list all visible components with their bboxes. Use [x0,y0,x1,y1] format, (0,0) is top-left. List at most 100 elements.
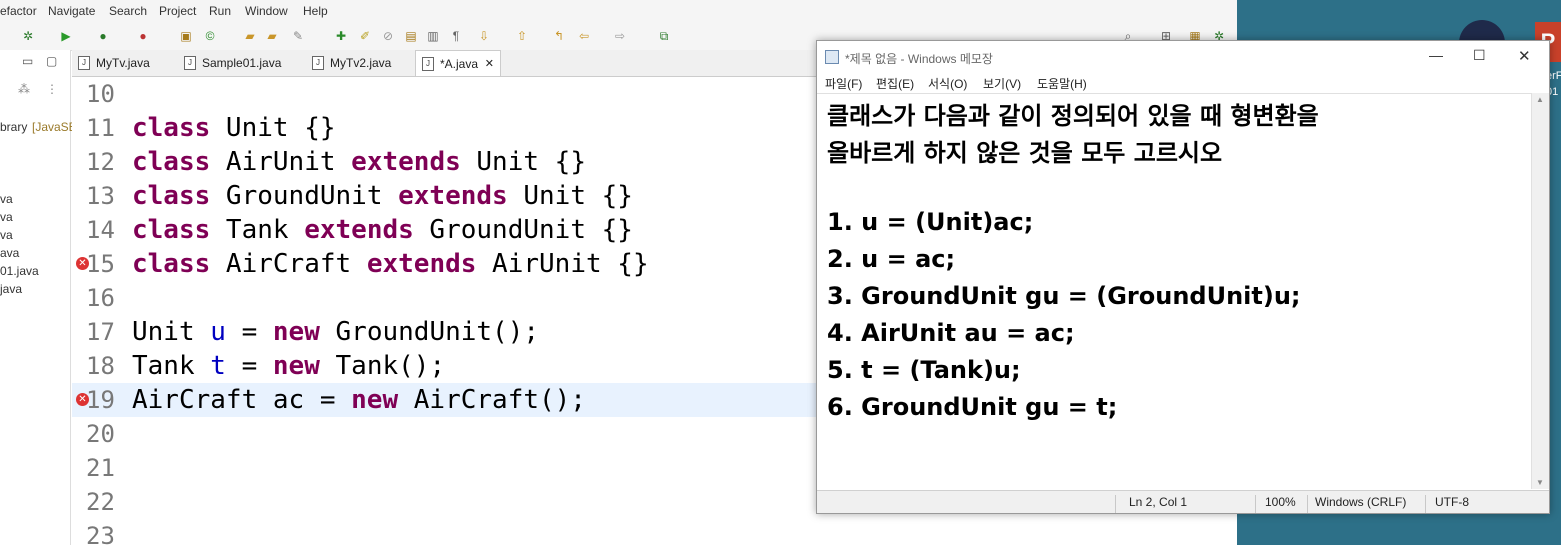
text-line: 1. u = (Unit)ac; [827,208,1034,236]
line-number: 20 [86,420,115,448]
tree-item[interactable]: va [0,228,13,242]
tree-item[interactable]: 01.java [0,264,39,278]
line-ending: Windows (CRLF) [1315,495,1407,509]
scroll-up-icon[interactable]: ▲ [1536,95,1544,104]
java-file-icon: J [78,56,90,70]
external-tools-icon[interactable]: ● [135,28,151,44]
line-number: 19 [86,386,115,414]
prev-annotation-icon[interactable]: ⇧ [514,28,530,44]
notepad-statusbar: Ln 2, Col 1 100% Windows (CRLF) UTF-8 [817,490,1549,513]
tab-a-java[interactable]: J *A.java ✕ [415,50,501,76]
notepad-text-area[interactable]: 클래스가 다음과 같이 정의되어 있을 때 형변환을 올바르게 하지 않은 것을… [817,93,1531,490]
tree-item[interactable]: brary [0,120,27,134]
tab-label: MyTv2.java [330,56,392,70]
line-number: 17 [86,318,115,346]
tree-item[interactable]: java [0,282,22,296]
next-annotation-icon[interactable]: ⇩ [476,28,492,44]
menu-search[interactable]: Search [109,4,147,18]
status-divider [1115,495,1116,513]
annotation-icon[interactable]: ✚ [333,28,349,44]
maximize-window-icon[interactable]: ☐ [1473,47,1486,64]
forward-icon[interactable]: ⇨ [612,28,628,44]
text-line: 4. AirUnit au = ac; [827,319,1075,347]
status-divider [1307,495,1308,513]
line-number: 21 [86,454,115,482]
line-number: 23 [86,522,115,550]
package-explorer: ▭ ▢ ⁂ ⋮ brary [JavaSE va va va ava 01.ja… [0,50,77,545]
java-file-icon: J [184,56,196,70]
tree-item[interactable]: va [0,210,13,224]
zoom-level: 100% [1265,495,1296,509]
minimize-window-icon[interactable]: — [1429,47,1443,63]
notepad-window: *제목 없음 - Windows 메모장 — ☐ ✕ 파일(F) 편집(E) 서… [816,40,1550,514]
cursor-position: Ln 2, Col 1 [1129,495,1188,509]
status-divider [1425,495,1426,513]
line-number: 12 [86,148,115,176]
tab-label: Sample01.java [202,56,282,70]
line-number: 13 [86,182,115,210]
menu-help[interactable]: 도움말(H) [1037,75,1087,92]
line-number: 10 [86,80,115,108]
line-number: 16 [86,284,115,312]
menu-file[interactable]: 파일(F) [825,75,862,92]
toggle-icon[interactable]: ⊘ [380,28,396,44]
close-icon[interactable]: ✕ [485,51,494,77]
run-icon[interactable]: ▶ [58,28,74,44]
search-tool-icon[interactable]: ✎ [290,28,306,44]
close-window-icon[interactable]: ✕ [1518,47,1531,65]
text-line: 6. GroundUnit gu = t; [827,393,1118,421]
text-line: 3. GroundUnit gu = (GroundUnit)u; [827,282,1301,310]
menu-help[interactable]: Help [303,4,328,18]
notepad-app-icon [825,50,839,64]
tab-mytv[interactable]: J MyTv.java [72,50,177,76]
text-line: 클래스가 다음과 같이 정의되어 있을 때 형변환을 [827,102,1319,130]
menu-navigate[interactable]: Navigate [48,4,95,18]
maximize-icon[interactable]: ▢ [46,54,57,68]
line-number: 11 [86,114,115,142]
line-number: 22 [86,488,115,516]
line-number: 18 [86,352,115,380]
eclipse-menubar: efactor Navigate Search Project Run Wind… [0,0,1237,22]
java-file-icon: J [422,57,434,71]
library-icon: ⁂ [18,82,30,96]
new-class-icon[interactable]: © [202,28,218,44]
more-icon[interactable]: ⋮ [46,82,58,96]
show-whitespace-icon[interactable]: ¶ [448,28,464,44]
notepad-titlebar[interactable]: *제목 없음 - Windows 메모장 — ☐ ✕ [817,41,1549,73]
menu-refactor[interactable]: efactor [0,4,37,18]
menu-view[interactable]: 보기(V) [983,75,1021,92]
highlight-icon[interactable]: ✐ [357,28,373,44]
text-line: 올바르게 하지 않은 것을 모두 고르시오 [827,139,1223,167]
encoding: UTF-8 [1435,495,1469,509]
coverage-icon[interactable]: ● [95,28,111,44]
tree-item[interactable]: [JavaSE [32,120,77,134]
menu-edit[interactable]: 편집(E) [876,75,914,92]
code-line: 23 [72,519,1172,553]
tab-label: MyTv.java [96,56,150,70]
menu-window[interactable]: Window [245,4,288,18]
tree-item[interactable]: ava [0,246,19,260]
menu-format[interactable]: 서식(O) [928,75,967,92]
menu-project[interactable]: Project [159,4,196,18]
menu-run[interactable]: Run [209,4,231,18]
java-file-icon: J [312,56,324,70]
block-select-icon[interactable]: ▤ [403,28,419,44]
tree-item[interactable]: va [0,192,13,206]
word-wrap-icon[interactable]: ▥ [425,28,441,44]
tab-label: *A.java [440,57,479,71]
text-line: 2. u = ac; [827,245,956,273]
tab-sample01[interactable]: J Sample01.java [178,50,318,76]
back-icon[interactable]: ⇦ [576,28,592,44]
pin-editor-icon[interactable]: ⧉ [656,28,672,44]
debug-icon[interactable]: ✲ [20,28,36,44]
new-package-icon[interactable]: ▣ [178,28,194,44]
last-edit-icon[interactable]: ↰ [551,28,567,44]
minimize-icon[interactable]: ▭ [22,54,33,68]
open-type-icon[interactable]: ▰ [242,28,258,44]
open-folder-icon[interactable]: ▰ [264,28,280,44]
scroll-down-icon[interactable]: ▼ [1536,478,1544,487]
vertical-scrollbar[interactable]: ▲ ▼ [1531,93,1549,489]
tab-mytv2[interactable]: J MyTv2.java [306,50,416,76]
notepad-menubar: 파일(F) 편집(E) 서식(O) 보기(V) 도움말(H) [817,73,1549,93]
status-divider [1255,495,1256,513]
